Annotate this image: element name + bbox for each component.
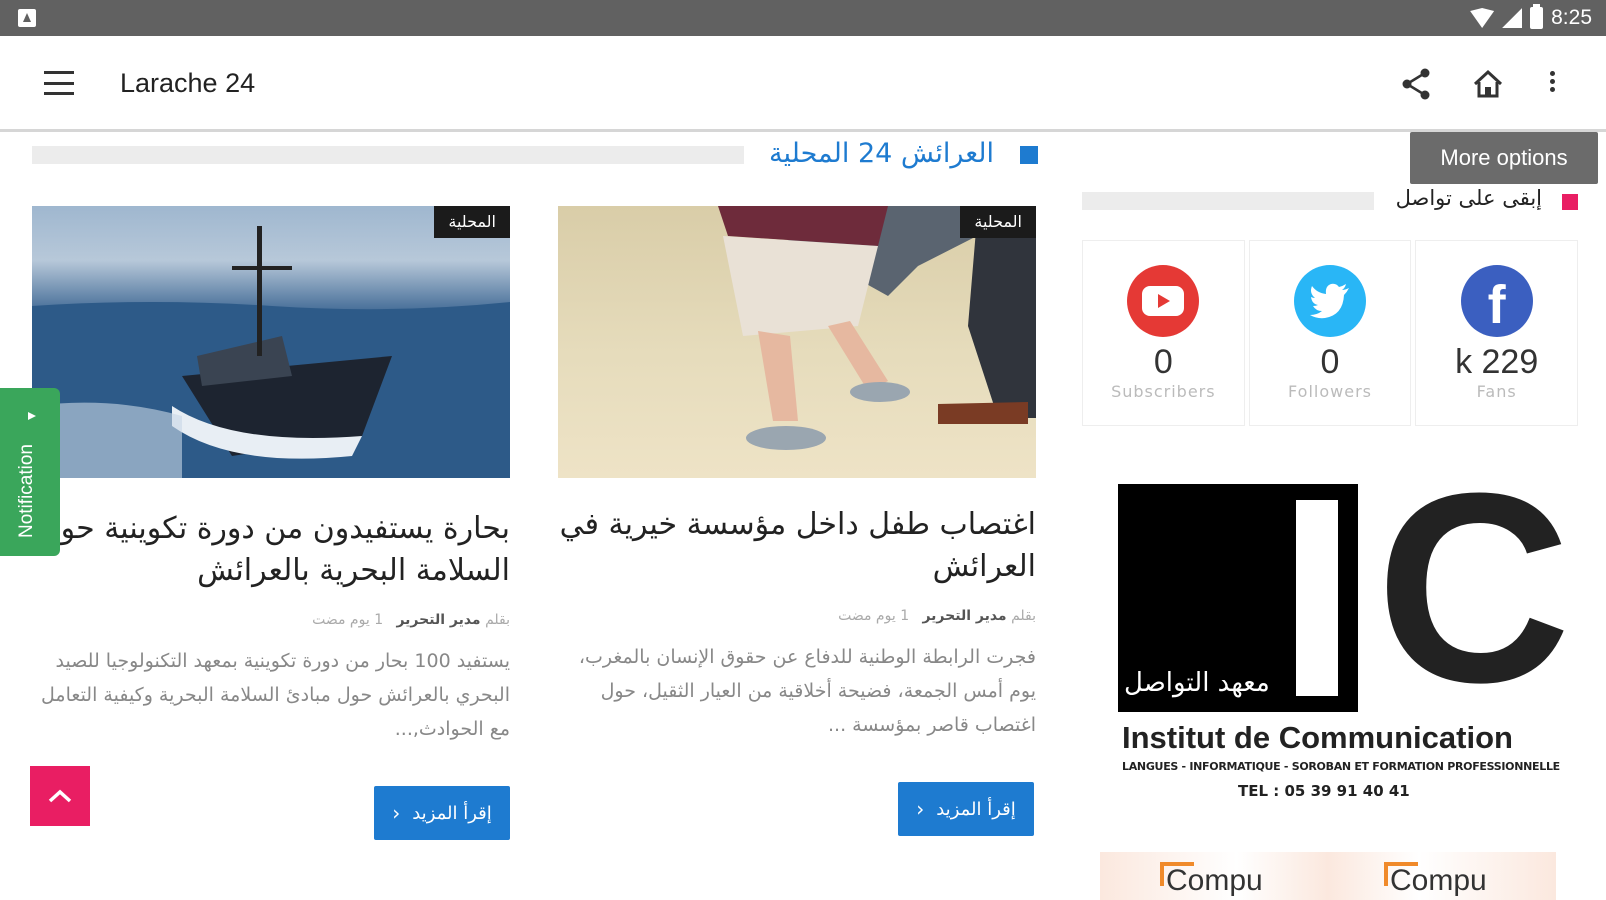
sidebar-divider: [1082, 192, 1374, 210]
wifi-icon: [1470, 8, 1495, 28]
hamburger-menu-icon[interactable]: [44, 71, 74, 95]
social-facebook[interactable]: f k 229 Fans: [1415, 240, 1579, 426]
sidebar-marker: [1562, 194, 1578, 210]
signal-icon: [1502, 8, 1523, 28]
youtube-icon: [1127, 265, 1200, 337]
by-label: بقلم: [1011, 608, 1036, 624]
read-more-label: إقرأ المزيد: [412, 802, 492, 824]
facebook-icon: f: [1460, 265, 1533, 337]
article-author[interactable]: مدير التحرير: [396, 612, 480, 628]
chevron-left-icon: ‹: [392, 801, 401, 825]
app-bar: Larache 24: [0, 36, 1606, 132]
social-count: 0: [1320, 343, 1340, 381]
share-icon[interactable]: [1398, 66, 1434, 102]
child-walking-illustration: [718, 206, 1036, 450]
article-headline[interactable]: اغتصاب طفل داخل مؤسسة خيرية في العرائش: [558, 504, 1036, 588]
section-divider: [32, 146, 744, 164]
category-badge[interactable]: المحلية: [434, 206, 510, 238]
ad-subtitle: LANGUES - INFORMATIQUE - SOROBAN ET FORM…: [1122, 760, 1560, 773]
chevron-up-icon: [48, 789, 72, 803]
read-more-label: إقرأ المزيد: [936, 798, 1016, 820]
battery-icon: [1530, 4, 1544, 29]
app-title: Larache 24: [120, 68, 256, 98]
article-meta: بقلم مدير التحرير 1 يوم مضت: [32, 612, 510, 628]
compu-logo: Compu: [1160, 862, 1263, 897]
scroll-to-top-button[interactable]: [30, 766, 90, 826]
by-label: بقلم: [485, 612, 510, 628]
article-meta: بقلم مدير التحرير 1 يوم مضت: [558, 608, 1036, 624]
social-youtube[interactable]: 0 Subscribers: [1082, 240, 1245, 426]
sidebar-title: إبقى على تواصل: [1395, 186, 1542, 210]
section-header: العرائش 24 المحلية: [32, 138, 1038, 180]
social-counters: 0 Subscribers 0 Followers f k 229 Fans: [1082, 240, 1579, 426]
article-thumbnail[interactable]: المحلية: [32, 206, 510, 478]
twitter-icon: [1294, 265, 1366, 337]
social-label: Fans: [1476, 382, 1517, 401]
compu-logo: Compu: [1384, 862, 1487, 897]
ad-logo-c: C: [1376, 438, 1571, 739]
play-triangle-icon: [28, 412, 36, 420]
institute-ad-banner[interactable]: معهد التواصل C Institut de Communication…: [1118, 454, 1571, 804]
notification-tab[interactable]: Notification: [0, 388, 60, 556]
more-options-tooltip: More options: [1410, 132, 1598, 184]
social-count: 0: [1153, 343, 1173, 381]
social-count: k 229: [1455, 343, 1539, 381]
ad-phone: TEL : 05 39 91 40 41: [1238, 782, 1410, 800]
section-title[interactable]: العرائش 24 المحلية: [769, 138, 994, 169]
compu-ad-banner[interactable]: Compu Compu: [1100, 852, 1556, 900]
social-label: Followers: [1288, 382, 1372, 401]
category-badge[interactable]: المحلية: [960, 206, 1036, 238]
notification-icon: [18, 9, 36, 27]
read-more-button[interactable]: إقرأ المزيد ‹: [374, 786, 510, 840]
notification-tab-label: Notification: [16, 444, 37, 538]
article-excerpt: يستفيد 100 بحار من دورة تكوينية بمعهد ال…: [41, 650, 510, 740]
chevron-left-icon: ‹: [916, 797, 925, 821]
ad-arabic-name: معهد التواصل: [1124, 668, 1270, 698]
fishing-boat-photo: [32, 226, 510, 478]
section-marker: [1020, 146, 1038, 164]
status-time: 8:25: [1551, 6, 1592, 29]
article-thumbnail[interactable]: المحلية: [558, 206, 1036, 478]
status-icons: 8:25: [1470, 4, 1592, 30]
social-twitter[interactable]: 0 Followers: [1248, 240, 1412, 426]
article-time: 1 يوم مضت: [838, 608, 910, 624]
read-more-button[interactable]: إقرأ المزيد ‹: [898, 782, 1034, 836]
ad-institute-name: Institut de Communication: [1122, 720, 1513, 755]
article-headline[interactable]: بحارة يستفيدون من دورة تكوينية حول السلا…: [32, 508, 510, 592]
article-excerpt: فجرت الرابطة الوطنية للدفاع عن حقوق الإن…: [578, 646, 1036, 736]
article-time: 1 يوم مضت: [312, 612, 384, 628]
article-author[interactable]: مدير التحرير: [922, 608, 1006, 624]
home-icon[interactable]: [1470, 66, 1506, 102]
ad-logo-i: [1296, 500, 1338, 696]
more-options-icon[interactable]: [1544, 68, 1560, 100]
article-card[interactable]: المحلية بحارة يستفيدون من دورة تكوينية ح…: [32, 206, 510, 746]
article-card[interactable]: المحلية اغتصاب طفل داخل مؤسسة خيرية في ا…: [558, 206, 1036, 742]
sidebar-header: إبقى على تواصل: [1082, 186, 1578, 216]
social-label: Subscribers: [1111, 382, 1216, 401]
status-bar: 8:25: [0, 0, 1606, 36]
